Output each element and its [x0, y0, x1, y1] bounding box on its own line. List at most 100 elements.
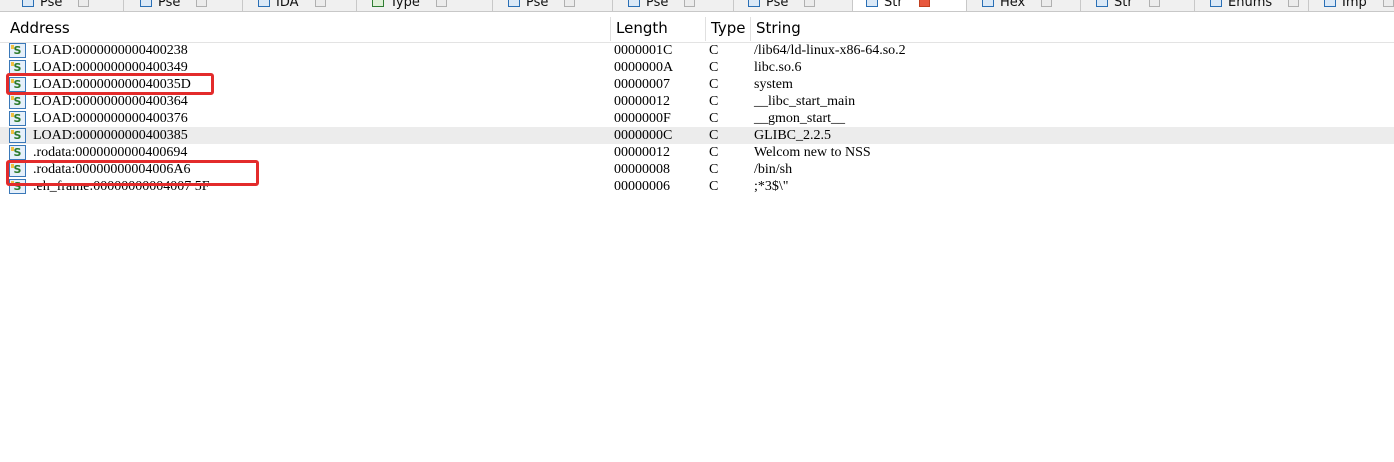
- column-divider[interactable]: [705, 17, 706, 41]
- hex-view-icon: [982, 0, 994, 7]
- tab-close-icon[interactable]: [1288, 0, 1300, 7]
- tab-separator: [733, 0, 734, 11]
- tab-close-icon[interactable]: [1041, 0, 1053, 7]
- ida-view-icon: [258, 0, 270, 7]
- table-row[interactable]: S .rodata:0000000000400694 00000012 C We…: [0, 144, 1394, 161]
- length-cell: 0000000F: [614, 111, 671, 126]
- tab-ida-view[interactable]: IDA: [258, 0, 326, 10]
- length-cell: 00000012: [614, 145, 670, 160]
- tab-close-icon[interactable]: [1382, 0, 1394, 7]
- string-literal-icon: S: [9, 43, 26, 58]
- imports-icon: [1324, 0, 1336, 7]
- pseudocode-icon: [140, 0, 152, 7]
- strings-icon: [866, 0, 878, 7]
- string-literal-icon: S: [9, 94, 26, 109]
- enums-icon: [1210, 0, 1222, 7]
- address-cell: .rodata:0000000000400694: [33, 145, 188, 160]
- column-divider[interactable]: [750, 17, 751, 41]
- string-cell: __libc_start_main: [754, 94, 856, 109]
- string-literal-icon: S: [9, 111, 26, 126]
- type-cell: C: [709, 128, 719, 143]
- address-cell: LOAD:0000000000400385: [33, 128, 188, 143]
- view-tab-bar: Pse Pse IDA Type Pse Pse Pse Str Hex Str…: [0, 0, 1394, 12]
- highlight-box-system-address: [6, 73, 214, 95]
- tab-close-icon[interactable]: [918, 0, 930, 7]
- tab-close-icon[interactable]: [564, 0, 576, 7]
- column-header-length[interactable]: Length: [616, 13, 668, 42]
- column-header-type[interactable]: Type: [711, 13, 745, 42]
- tab-local-types[interactable]: Type: [372, 0, 447, 10]
- string-literal-icon: S: [9, 128, 26, 143]
- tab-close-icon[interactable]: [684, 0, 696, 7]
- string-cell: libc.so.6: [754, 60, 802, 75]
- type-cell: C: [709, 145, 719, 160]
- length-cell: 00000012: [614, 94, 670, 109]
- length-cell: 00000007: [614, 77, 670, 92]
- tab-separator: [492, 0, 493, 11]
- address-cell: LOAD:0000000000400364: [33, 94, 188, 109]
- tab-enums[interactable]: Enums: [1210, 0, 1300, 10]
- tab-separator: [123, 0, 124, 11]
- string-cell: ;*3$\": [754, 179, 789, 194]
- length-cell: 0000001C: [614, 43, 673, 58]
- tab-pseudocode-2[interactable]: Pse: [140, 0, 208, 10]
- tab-close-icon[interactable]: [196, 0, 208, 7]
- pseudocode-icon: [628, 0, 640, 7]
- tab-hex-view[interactable]: Hex: [982, 0, 1053, 10]
- type-cell: C: [709, 162, 719, 177]
- string-cell: GLIBC_2.2.5: [754, 128, 831, 143]
- column-header-address[interactable]: Address: [10, 13, 70, 42]
- type-cell: C: [709, 111, 719, 126]
- tab-close-icon[interactable]: [314, 0, 326, 7]
- type-cell: C: [709, 77, 719, 92]
- length-cell: 00000006: [614, 179, 670, 194]
- type-cell: C: [709, 94, 719, 109]
- address-cell: LOAD:0000000000400238: [33, 43, 188, 58]
- string-cell: /bin/sh: [754, 162, 793, 177]
- tab-pseudocode-5[interactable]: Pse: [748, 0, 816, 10]
- tab-close-icon[interactable]: [1148, 0, 1160, 7]
- tab-close-icon[interactable]: [78, 0, 90, 7]
- tab-separator: [242, 0, 243, 11]
- address-cell: LOAD:0000000000400376: [33, 111, 188, 126]
- pseudocode-icon: [22, 0, 34, 7]
- tab-separator: [356, 0, 357, 11]
- table-row-selected[interactable]: S LOAD:0000000000400385 0000000C C GLIBC…: [0, 127, 1394, 144]
- string-cell: /lib64/ld-linux-x86-64.so.2: [754, 43, 906, 58]
- tab-close-icon[interactable]: [435, 0, 447, 7]
- tab-separator: [966, 0, 967, 11]
- tab-strings[interactable]: Str: [866, 0, 930, 10]
- tab-pseudocode-3[interactable]: Pse: [508, 0, 576, 10]
- highlight-box-binsh-address: [6, 160, 259, 186]
- tab-separator: [1194, 0, 1195, 11]
- type-cell: C: [709, 179, 719, 194]
- tab-structures[interactable]: Str: [1096, 0, 1160, 10]
- pseudocode-icon: [508, 0, 520, 7]
- tab-separator: [612, 0, 613, 11]
- type-cell: C: [709, 60, 719, 75]
- string-cell: __gmon_start__: [754, 111, 845, 126]
- string-cell: system: [754, 77, 793, 92]
- column-divider[interactable]: [610, 17, 611, 41]
- tab-imports[interactable]: Imp: [1324, 0, 1394, 10]
- length-cell: 00000008: [614, 162, 670, 177]
- length-cell: 0000000A: [614, 60, 674, 75]
- local-types-icon: [372, 0, 384, 7]
- tab-separator: [1308, 0, 1309, 11]
- string-literal-icon: S: [9, 145, 26, 160]
- tab-pseudocode-4[interactable]: Pse: [628, 0, 696, 10]
- table-row[interactable]: S LOAD:0000000000400364 00000012 C __lib…: [0, 93, 1394, 110]
- table-row[interactable]: S LOAD:0000000000400376 0000000F C __gmo…: [0, 110, 1394, 127]
- tab-separator: [1080, 0, 1081, 11]
- strings-table-header: Address Length Type String: [0, 13, 1394, 43]
- structures-icon: [1096, 0, 1108, 7]
- tab-close-icon[interactable]: [804, 0, 816, 7]
- pseudocode-icon: [748, 0, 760, 7]
- table-row[interactable]: S LOAD:0000000000400238 0000001C C /lib6…: [0, 42, 1394, 59]
- tab-separator: [852, 0, 853, 11]
- tab-pseudocode-1[interactable]: Pse: [22, 0, 90, 10]
- length-cell: 0000000C: [614, 128, 673, 143]
- column-header-string[interactable]: String: [756, 13, 801, 42]
- type-cell: C: [709, 43, 719, 58]
- string-cell: Welcom new to NSS: [754, 145, 871, 160]
